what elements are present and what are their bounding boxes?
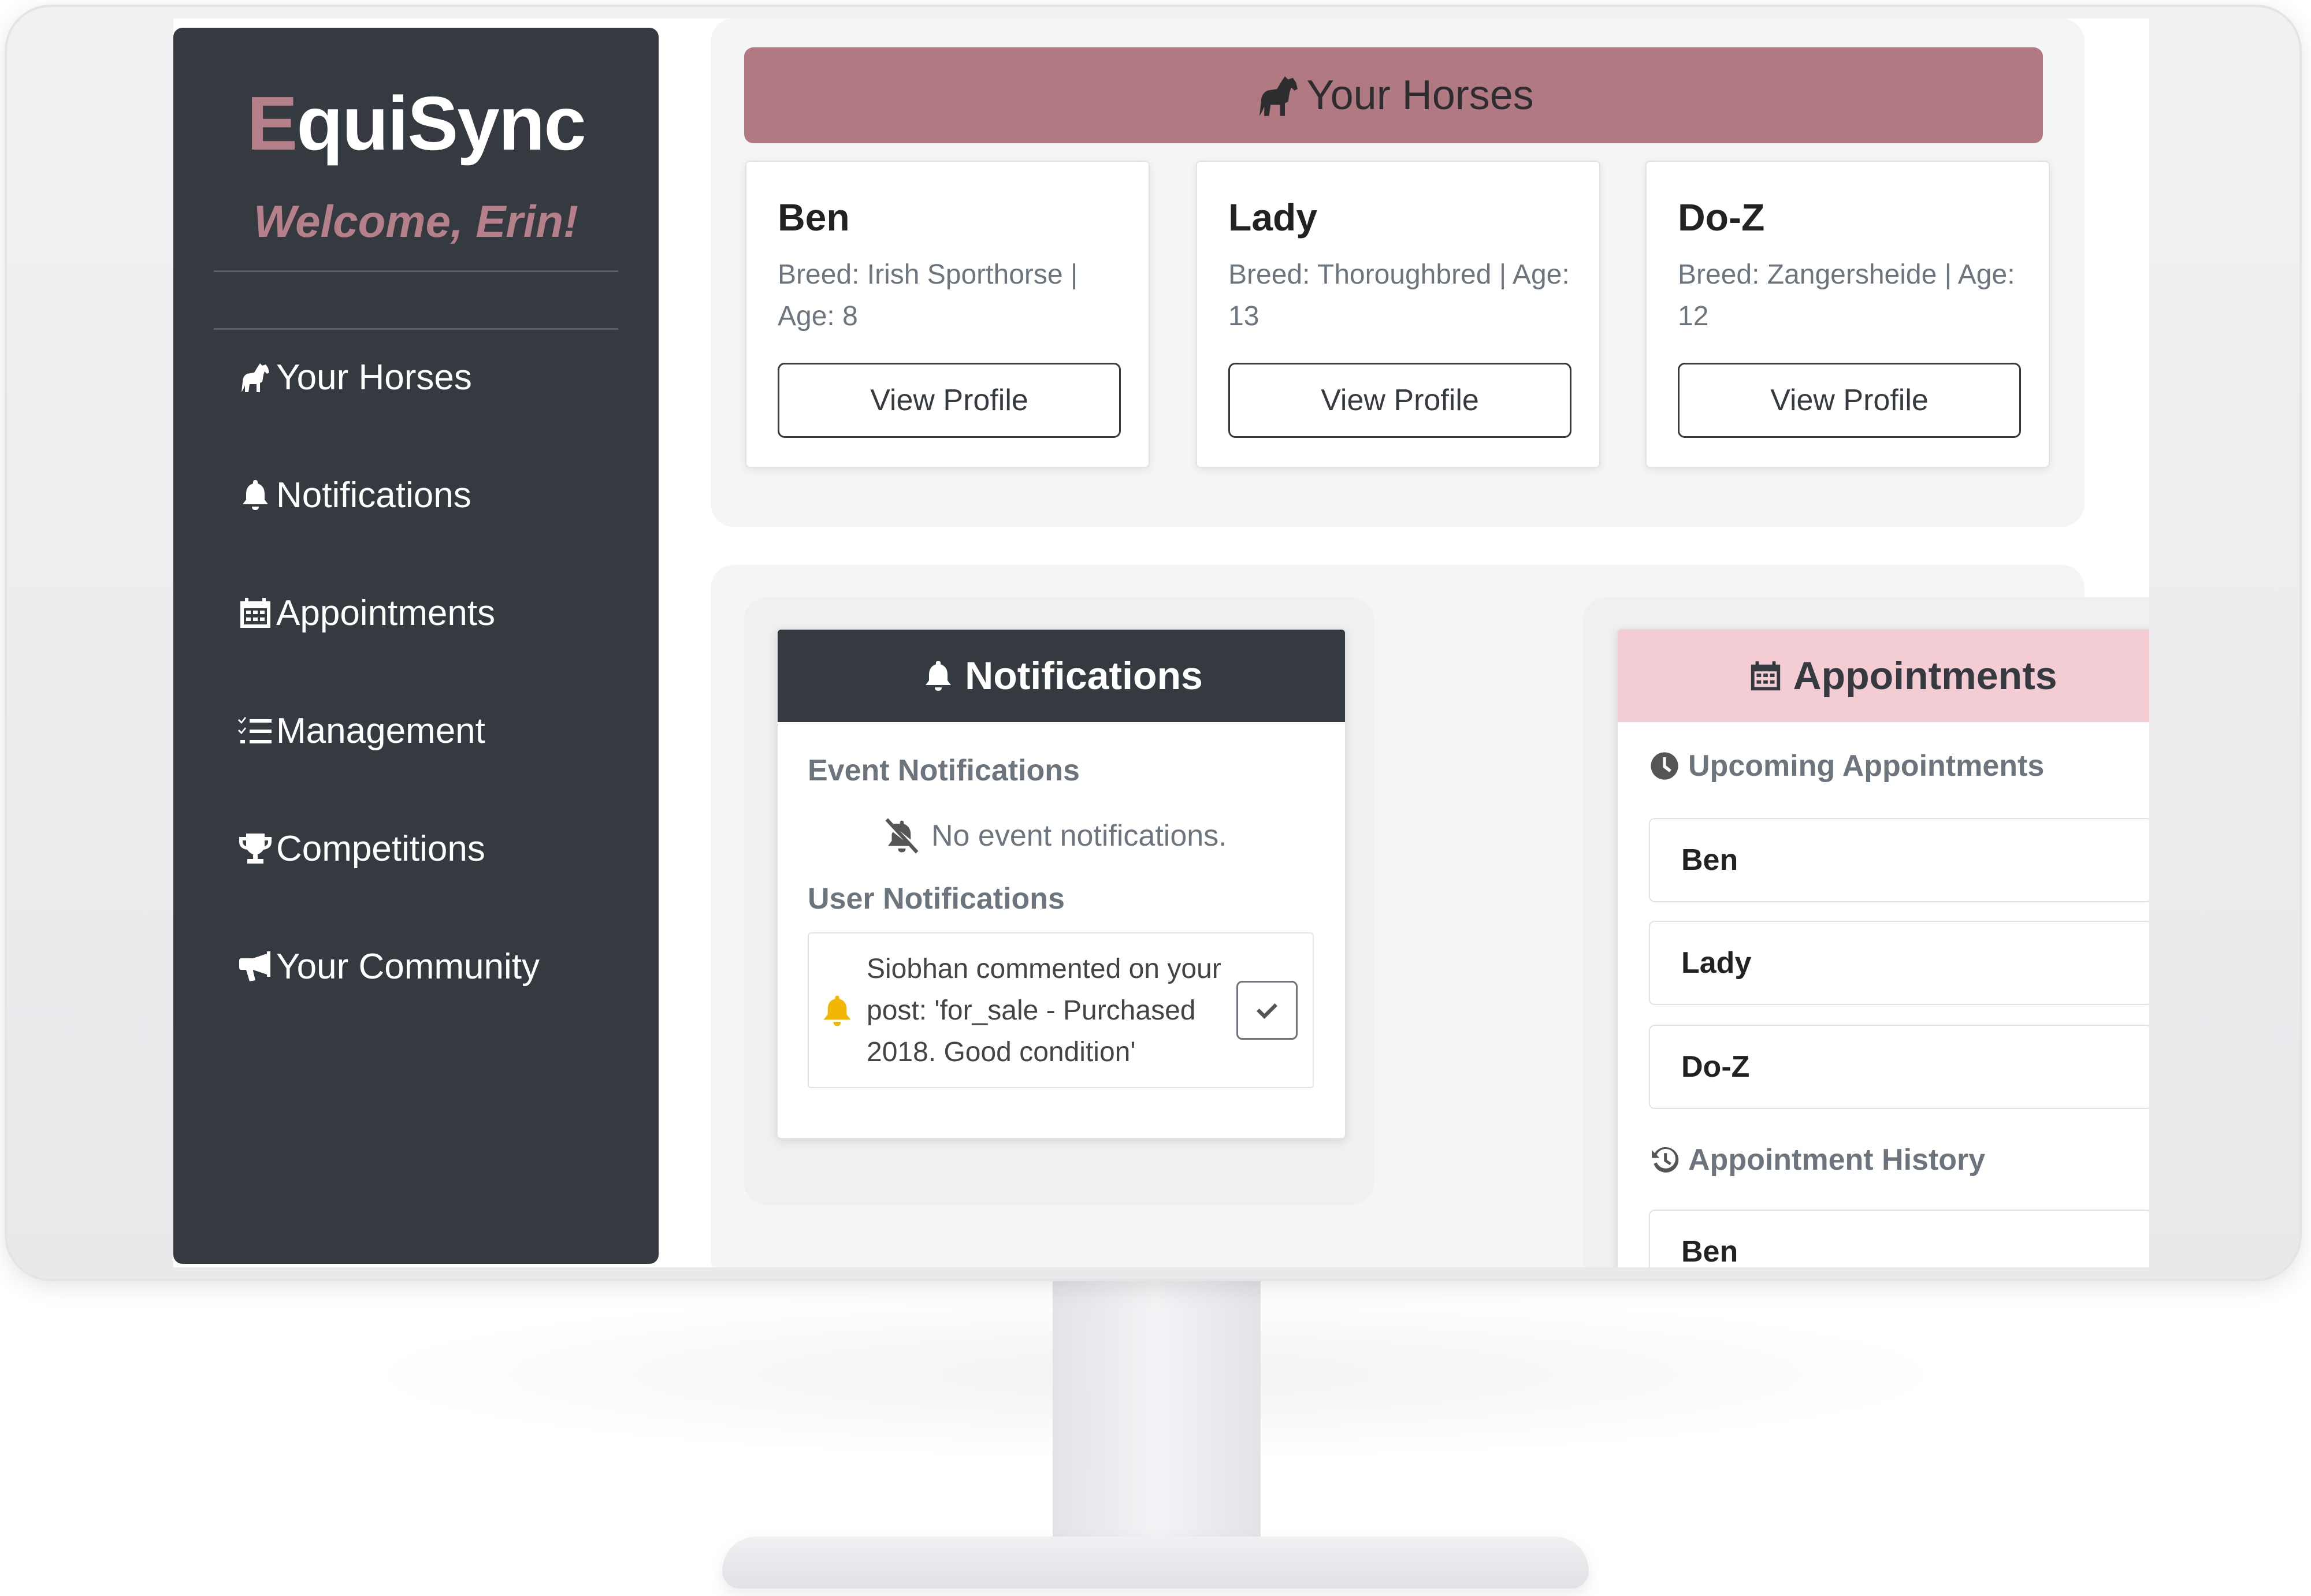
appointments-card: Appointments Upcoming Appointments Ben L… <box>1617 628 2149 1267</box>
event-notifications-heading: Event Notifications <box>808 754 1080 787</box>
sidebar-item-appointments[interactable]: Appointments <box>237 584 495 642</box>
notification-message: Siobhan commented on your post: 'for_sal… <box>867 954 1221 1067</box>
screen: EquiSync Welcome, Erin! Your Horses Noti… <box>173 18 2149 1267</box>
divider <box>214 270 618 272</box>
empty-message: No event notifications. <box>931 819 1227 853</box>
upcoming-appointment-item[interactable]: Ben <box>1649 818 2149 902</box>
bell-icon <box>926 661 952 691</box>
user-notifications-heading: User Notifications <box>808 882 1065 916</box>
sidebar-item-label: Notifications <box>276 475 471 515</box>
bell-slash-icon <box>885 818 919 854</box>
history-heading-text: Appointment History <box>1688 1143 1986 1177</box>
monitor-stand <box>1053 1279 1261 1551</box>
horse-name: Ben <box>778 196 850 239</box>
trophy-icon <box>239 834 272 864</box>
brand-initial: E <box>247 81 298 166</box>
horse-card: Do-Z Breed: Zangersheide | Age: 12 View … <box>1645 161 2050 468</box>
history-icon <box>1652 1147 1679 1173</box>
sidebar: EquiSync Welcome, Erin! Your Horses Noti… <box>173 28 659 1264</box>
appointments-header: Appointments <box>1618 630 2149 722</box>
appointment-history-heading: Appointment History <box>1649 1143 1985 1177</box>
sidebar-item-notifications[interactable]: Notifications <box>237 466 471 524</box>
history-appointment-item[interactable]: Ben <box>1649 1210 2149 1267</box>
horse-name: Do-Z <box>1678 196 1765 239</box>
horse-icon <box>1259 76 1298 116</box>
empty-event-notifications: No event notifications. <box>882 816 1227 856</box>
horses-title: Your Horses <box>1306 72 1534 118</box>
view-profile-button[interactable]: View Profile <box>1228 363 1571 438</box>
bell-icon <box>823 995 851 1026</box>
user-notification-item: Siobhan commented on your post: 'for_sal… <box>808 932 1314 1088</box>
horse-card: Ben Breed: Irish Sporthorse | Age: 8 Vie… <box>745 161 1150 468</box>
appointments-title: Appointments <box>1793 654 2057 698</box>
horse-card: Lady Breed: Thoroughbred | Age: 13 View … <box>1196 161 1600 468</box>
sidebar-item-competitions[interactable]: Competitions <box>237 820 485 877</box>
sidebar-item-label: Appointments <box>276 593 496 633</box>
view-profile-button[interactable]: View Profile <box>1678 363 2021 438</box>
bell-icon <box>243 480 268 510</box>
horse-details: Breed: Zangersheide | Age: 12 <box>1678 259 2015 332</box>
horse-name: Lady <box>1228 196 1318 239</box>
monitor-base <box>722 1537 1589 1588</box>
sidebar-item-management[interactable]: Management <box>237 702 485 760</box>
calendar-icon <box>240 598 270 628</box>
monitor-frame: EquiSync Welcome, Erin! Your Horses Noti… <box>5 5 2302 1281</box>
divider <box>214 328 618 330</box>
sidebar-item-label: Your Community <box>276 946 540 987</box>
sidebar-item-your-horses[interactable]: Your Horses <box>237 348 472 406</box>
notifications-header: Notifications <box>778 630 1345 722</box>
horse-icon <box>241 363 269 392</box>
megaphone-icon <box>239 951 270 981</box>
welcome-message: Welcome, Erin! <box>253 196 579 247</box>
upcoming-heading-text: Upcoming Appointments <box>1688 749 2045 783</box>
calendar-icon <box>1751 661 1781 691</box>
sidebar-item-label: Competitions <box>276 828 485 869</box>
upcoming-appointment-item[interactable]: Lady <box>1649 921 2149 1005</box>
notifications-card: Notifications Event Notifications No eve… <box>776 628 1346 1139</box>
view-profile-button[interactable]: View Profile <box>778 363 1121 438</box>
list-check-icon <box>238 717 272 743</box>
sidebar-item-your-community[interactable]: Your Community <box>237 937 540 995</box>
sidebar-item-label: Your Horses <box>276 357 472 397</box>
upcoming-appointments-heading: Upcoming Appointments <box>1649 749 2044 783</box>
check-icon <box>1257 1003 1277 1019</box>
brand-rest: quiSync <box>296 81 586 166</box>
mark-read-button[interactable] <box>1236 981 1298 1040</box>
notifications-title: Notifications <box>965 654 1203 698</box>
upcoming-appointment-item[interactable]: Do-Z <box>1649 1025 2149 1109</box>
horse-details: Breed: Irish Sporthorse | Age: 8 <box>778 259 1078 332</box>
app-logo[interactable]: EquiSync <box>173 80 659 167</box>
clock-icon <box>1651 752 1678 780</box>
horse-details: Breed: Thoroughbred | Age: 13 <box>1228 259 1570 332</box>
horses-header: Your Horses <box>744 47 2043 143</box>
sidebar-item-label: Management <box>276 710 485 751</box>
